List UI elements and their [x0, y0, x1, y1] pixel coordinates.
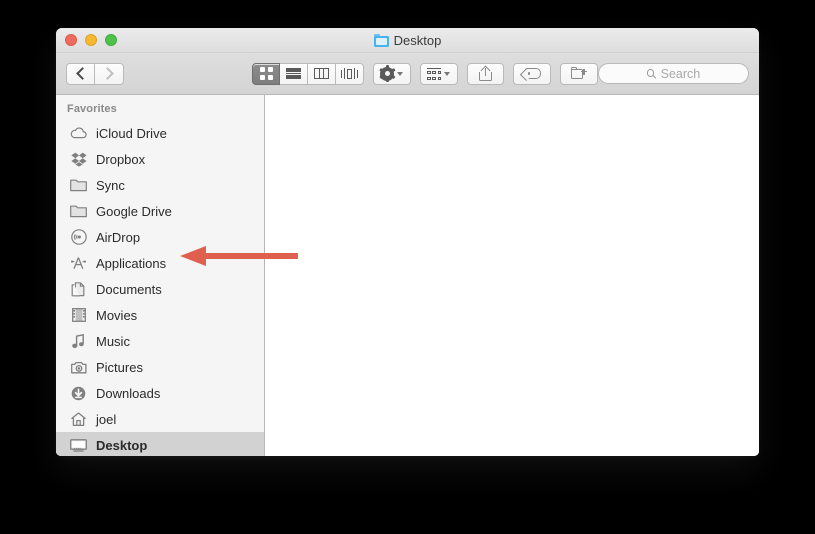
sidebar-section-favorites: Favorites: [67, 103, 117, 115]
window-titlebar: Desktop: [56, 28, 759, 53]
arrange-menu-button[interactable]: [419, 62, 458, 85]
sidebar-item-list: iCloud Drive Dropbox Sync Google Drive AirDr…: [56, 120, 264, 456]
finder-window: Desktop Search Favorites iCloud Drive Dr…: [56, 28, 759, 456]
sidebar-item-label: joel: [96, 411, 117, 427]
sidebar-item-label: Downloads: [96, 385, 161, 401]
sidebar: Favorites iCloud Drive Dropbox Sync Google …: [56, 95, 265, 456]
applications-icon: [70, 255, 87, 271]
new-folder-button[interactable]: [560, 62, 598, 85]
chevron-down-icon: [444, 71, 451, 76]
documents-icon: [70, 281, 87, 297]
sidebar-item-label: AirDrop: [96, 229, 141, 245]
home-icon: [70, 411, 87, 427]
downloads-icon: [70, 385, 87, 401]
back-button[interactable]: [66, 62, 95, 85]
chevron-down-icon: [397, 71, 404, 76]
folder-icon: [70, 203, 87, 219]
list-view-button[interactable]: [280, 62, 308, 85]
window-title-area: Desktop: [56, 28, 759, 52]
sidebar-item-dropbox[interactable]: Dropbox: [56, 146, 264, 172]
sidebar-item-airdrop[interactable]: AirDrop: [56, 224, 264, 250]
blue-folder-icon: [373, 33, 389, 47]
arrange-icon: [427, 67, 442, 80]
list-icon: [286, 68, 301, 79]
share-button[interactable]: [466, 62, 505, 85]
icloud-drive-icon: [70, 125, 87, 141]
chevron-left-icon: [75, 67, 89, 80]
icon-view-button[interactable]: [252, 62, 280, 85]
folder-icon: [70, 177, 87, 193]
tag-button[interactable]: [513, 62, 552, 85]
sidebar-item-downloads[interactable]: Downloads: [56, 380, 264, 406]
window-title: Desktop: [393, 32, 442, 48]
file-content-area[interactable]: [265, 95, 759, 456]
sidebar-item-label: Google Drive: [96, 203, 172, 219]
sidebar-item-documents[interactable]: Documents: [56, 276, 264, 302]
sidebar-item-label: Pictures: [96, 359, 143, 375]
search-field[interactable]: Search: [597, 63, 749, 84]
new-folder-icon: [571, 67, 588, 80]
sidebar-item-pictures[interactable]: Pictures: [56, 354, 264, 380]
sidebar-item-joel[interactable]: joel: [56, 406, 264, 432]
sidebar-item-label: Applications: [96, 255, 167, 271]
grid-icon: [259, 67, 273, 80]
coverflow-icon: [341, 68, 359, 80]
sidebar-item-label: Music: [96, 333, 130, 349]
tag-icon: [520, 67, 542, 80]
forward-button[interactable]: [95, 62, 124, 85]
search-placeholder: Search: [660, 66, 701, 81]
chevron-right-icon: [101, 67, 114, 80]
navigation-buttons: [66, 62, 124, 85]
window-body: Favorites iCloud Drive Dropbox Sync Google …: [56, 95, 759, 456]
sidebar-item-sync[interactable]: Sync: [56, 172, 264, 198]
airdrop-icon: [70, 229, 87, 245]
screenshot-stage: Desktop Search Favorites iCloud Drive Dr…: [0, 0, 815, 534]
sidebar-item-music[interactable]: Music: [56, 328, 264, 354]
sidebar-item-desktop[interactable]: Desktop: [56, 432, 264, 456]
view-mode-buttons: [252, 62, 364, 85]
music-icon: [70, 333, 87, 349]
coverflow-view-button[interactable]: [336, 62, 364, 85]
sidebar-item-label: Documents: [96, 281, 162, 297]
sidebar-item-applications[interactable]: Applications: [56, 250, 264, 276]
share-icon: [478, 65, 492, 81]
pictures-icon: [70, 359, 87, 375]
search-icon: [646, 69, 657, 80]
gear-icon: [379, 65, 396, 82]
sidebar-item-label: Sync: [96, 177, 125, 193]
dropbox-icon: [70, 151, 87, 167]
sidebar-item-google-drive[interactable]: Google Drive: [56, 198, 264, 224]
window-toolbar: Search: [56, 53, 759, 95]
sidebar-item-label: Desktop: [96, 437, 148, 453]
sidebar-item-icloud-drive[interactable]: iCloud Drive: [56, 120, 264, 146]
column-view-button[interactable]: [308, 62, 336, 85]
sidebar-item-label: Movies: [96, 307, 138, 323]
sidebar-item-movies[interactable]: Movies: [56, 302, 264, 328]
movies-icon: [70, 307, 87, 323]
action-menu-button[interactable]: [373, 62, 411, 85]
columns-icon: [314, 68, 329, 79]
desktop-icon: [70, 437, 87, 453]
sidebar-item-label: iCloud Drive: [96, 125, 167, 141]
sidebar-item-label: Dropbox: [96, 151, 146, 167]
